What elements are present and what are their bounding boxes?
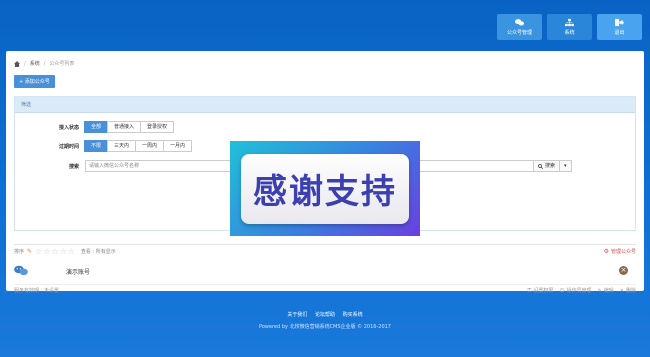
sitemap-icon [565,18,574,27]
account-name[interactable]: 演示账号 [66,267,90,276]
pencil-icon[interactable]: ✎ [27,248,32,255]
add-account-button[interactable]: + 添加公众号 [14,75,55,88]
chat-bubbles-icon [515,19,524,26]
star-icon[interactable]: ☆ [68,247,75,256]
footer-links: 关于我们 论坛帮助 购买系统 [0,311,650,318]
footer-link-forum[interactable]: 论坛帮助 [315,312,335,318]
expire-option-week[interactable]: 一周内 [135,140,165,152]
filter-title: 筛选 [15,97,635,113]
nav-label: 公众号管理 [506,30,532,36]
view-filter[interactable]: 查看 : 所有显示 [81,248,116,255]
breadcrumb: / 系统 / 公众号列表 [14,60,74,67]
breadcrumb-separator: / [43,60,46,67]
expire-time-row: 过期时间 不限 三天内 一周内 一月内 [15,140,193,152]
thanks-overlay-image: 感谢支持 [230,141,420,236]
star-icon[interactable]: ☆ [43,247,50,256]
gear-icon: ⚙ [603,248,609,255]
thanks-text: 感谢支持 [241,153,409,224]
wechat-icon [14,265,28,278]
star-rating[interactable]: ☆ ☆ ☆ ☆ ☆ [35,247,75,256]
expire-time-label: 过期时间 [58,143,79,150]
breadcrumb-item-system[interactable]: 系统 [30,60,40,67]
breadcrumb-separator: / [24,60,26,67]
expire-option-month[interactable]: 一月内 [163,140,193,152]
nav-label: 系统 [564,30,575,36]
access-option-normal[interactable]: 普通接入 [107,121,142,133]
search-button-label: 搜索 [545,163,556,169]
search-label: 搜索 [68,163,79,170]
search-icon [538,163,543,169]
home-icon[interactable] [14,60,20,67]
star-icon[interactable]: ☆ [60,247,67,256]
star-icon[interactable]: ☆ [51,247,58,256]
access-status-options: 全部 普通接入 登录授权 [84,121,175,133]
search-dropdown-button[interactable]: ▾ [559,160,572,172]
search-button[interactable]: 搜索 [533,160,561,172]
access-status-row: 接入状态 全部 普通接入 登录授权 [15,121,175,133]
breadcrumb-item-current: 公众号列表 [49,61,75,67]
manage-accounts-link[interactable]: ⚙ 管理公众号 [604,248,636,255]
nav-button-account-manage[interactable]: 公众号管理 [497,14,542,40]
access-option-oauth[interactable]: 登录授权 [140,121,175,133]
list-toolbar: 排序 ✎ ☆ ☆ ☆ ☆ ☆ 查看 : 所有显示 ⚙ 管理公众号 [14,244,636,258]
caret-down-icon: ▾ [564,163,567,169]
copyright: Powered by 北校微信营销系统CMS企业版 © 2016-2017 [259,324,391,330]
expire-option-3days[interactable]: 三天内 [107,140,137,152]
expire-time-options: 不限 三天内 一周内 一月内 [84,140,193,152]
nav-button-system[interactable]: 系统 [547,14,592,40]
close-circle-icon[interactable]: × [619,266,628,275]
nav-button-logout[interactable]: 退出 [597,14,642,40]
nav-label: 退出 [614,30,625,36]
manage-accounts-label: 管理公众号 [610,249,636,255]
sort-label: 排序 [14,249,25,255]
star-icon[interactable]: ☆ [35,247,42,256]
top-nav: 公众号管理 系统 退出 [497,14,642,40]
expire-option-any[interactable]: 不限 [84,140,109,152]
account-row[interactable]: 演示账号 × [14,260,636,282]
footer-link-about[interactable]: 关于我们 [287,312,307,318]
access-option-all[interactable]: 全部 [84,121,109,133]
access-status-label: 接入状态 [58,124,79,131]
footer-link-buy[interactable]: 购买系统 [343,312,363,318]
page-footer: 关于我们 论坛帮助 购买系统 Powered by 北校微信营销系统CMS企业版… [0,291,650,357]
logout-icon [615,18,624,27]
